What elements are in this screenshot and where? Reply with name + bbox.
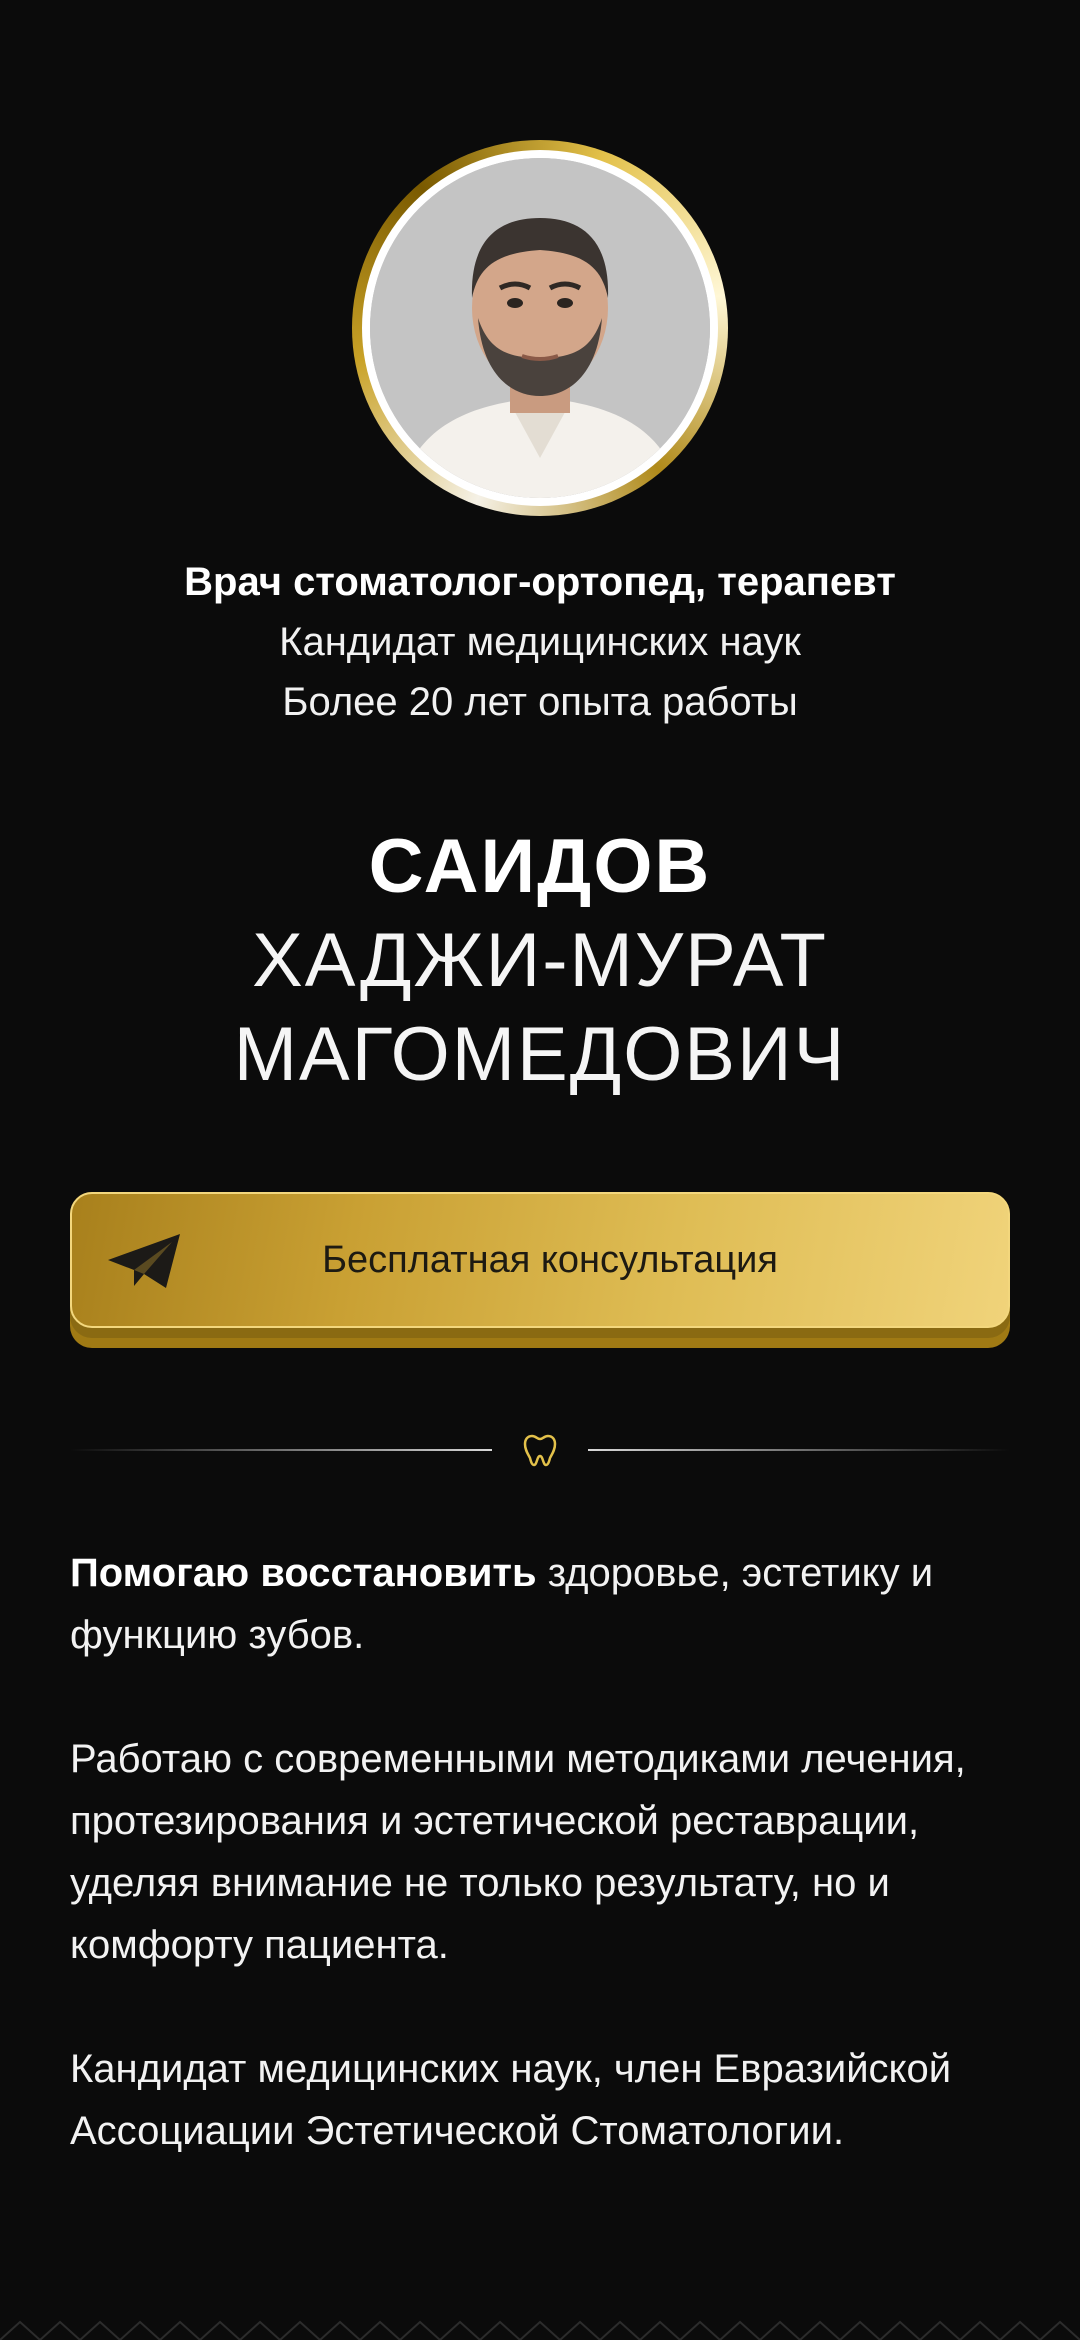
credentials-block: Врач стоматолог-ортопед, терапевт Кандид… [0, 552, 1080, 732]
doctor-avatar [352, 140, 728, 516]
doctor-photo [370, 158, 710, 498]
about-paragraph-3: Кандидат медицинских наук, член Евразийс… [70, 2047, 952, 2153]
divider-line-left [70, 1449, 492, 1451]
doctor-patronymic: МАГОМЕДОВИЧ [233, 1012, 847, 1097]
cta-label: Бесплатная консультация [322, 1239, 778, 1281]
about-highlight: Помогаю восстановить [70, 1551, 537, 1595]
bottom-zigzag-decoration [0, 2320, 1080, 2340]
doctor-degree: Кандидат медицинских наук [279, 620, 801, 664]
doctor-experience: Более 20 лет опыта работы [282, 680, 798, 724]
tooth-icon [523, 1434, 557, 1467]
about-section: Помогаю восстановить здоровье, эстетику … [70, 1542, 1010, 2224]
doctor-name: САИДОВ ХАДЖИ-МУРАТ МАГОМЕДОВИЧ [0, 820, 1080, 1102]
about-paragraph-1: Помогаю восстановить здоровье, эстетику … [70, 1542, 1010, 1666]
divider-line-right [588, 1449, 1010, 1451]
about-paragraph-2: Работаю с современными методиками лечени… [70, 1737, 966, 1967]
doctor-first-name: ХАДЖИ-МУРАТ [252, 918, 828, 1003]
doctor-surname: САИДОВ [368, 824, 712, 909]
avatar-ring [362, 150, 718, 506]
doctor-role: Врач стоматолог-ортопед, терапевт [184, 560, 896, 604]
free-consultation-button[interactable]: Бесплатная консультация [70, 1192, 1010, 1338]
doctor-portrait-image [370, 158, 710, 498]
section-divider [70, 1430, 1010, 1470]
